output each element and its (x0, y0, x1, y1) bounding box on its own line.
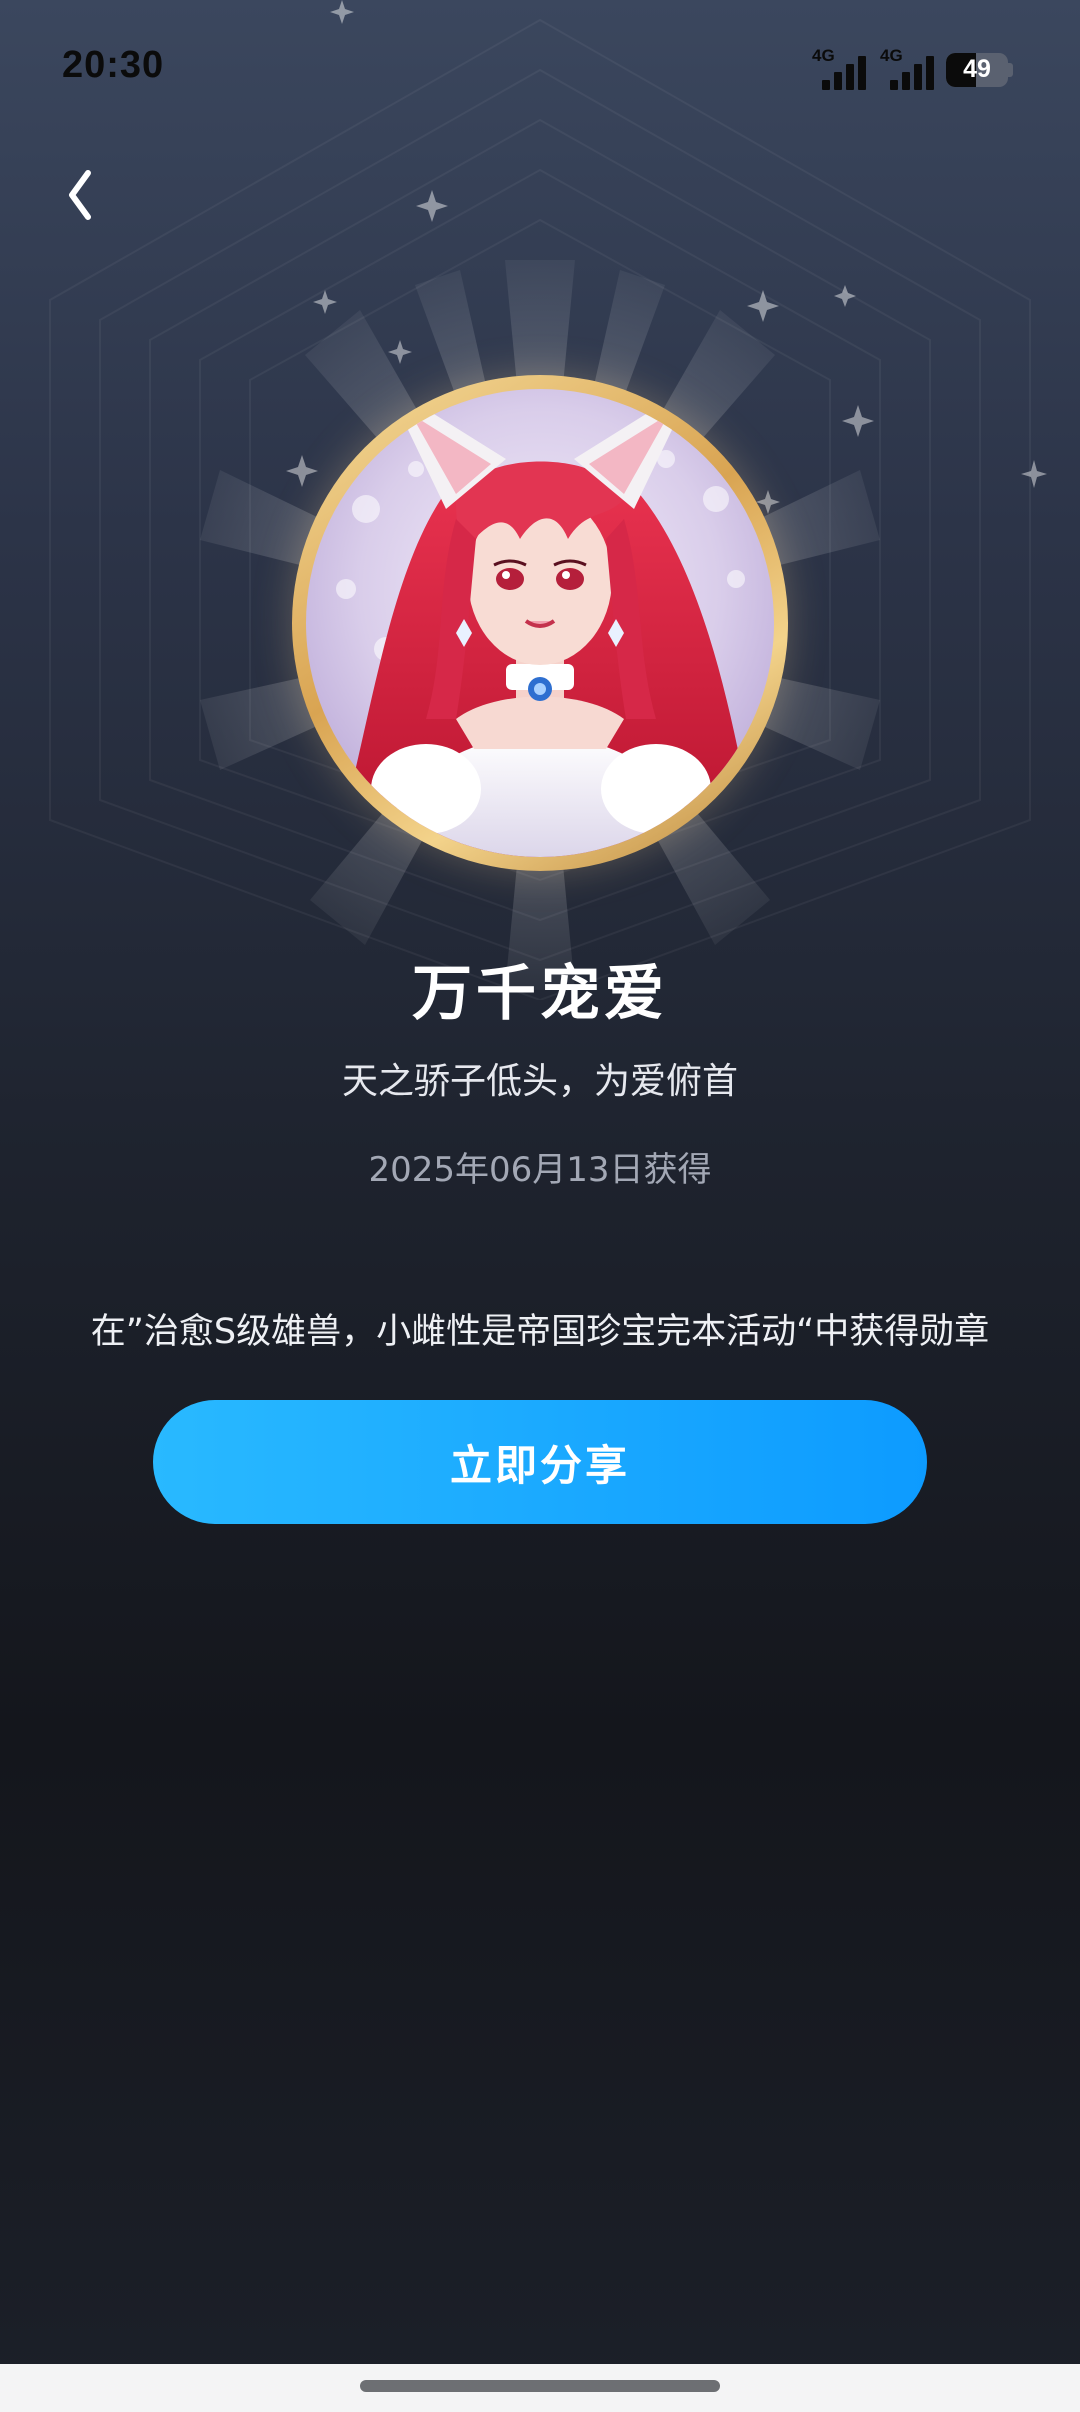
cellular-signal-icon: 4G (812, 46, 872, 90)
medal-badge (292, 375, 788, 871)
battery-level: 49 (963, 55, 991, 83)
medal-description: 在”治愈S级雄兽，小雌性是帝国珍宝完本活动“中获得勋章 (90, 1312, 990, 1352)
status-time: 20:30 (62, 44, 165, 86)
back-button[interactable] (50, 155, 120, 235)
chevron-left-icon (69, 170, 91, 220)
battery-tip (1008, 63, 1013, 77)
network-type-label: 4G (812, 46, 835, 65)
home-indicator[interactable] (360, 2380, 720, 2392)
badge-portrait-image (306, 389, 774, 857)
share-now-button[interactable]: 立即分享 (153, 1400, 927, 1524)
battery-icon: 49 (946, 53, 1008, 87)
cellular-signal-icon: 4G (880, 46, 940, 90)
anime-girl-portrait-icon (306, 389, 774, 857)
network-type-label: 4G (880, 46, 903, 65)
medal-title: 万千宠爱 (412, 959, 668, 1029)
obtained-date: 2025年06月13日获得 (368, 1150, 712, 1190)
medal-subtitle: 天之骄子低头，为爱俯首 (341, 1061, 738, 1102)
status-bar: 20:30 4G 4G 49 (0, 0, 1080, 140)
system-navigation-bar (0, 2364, 1080, 2412)
